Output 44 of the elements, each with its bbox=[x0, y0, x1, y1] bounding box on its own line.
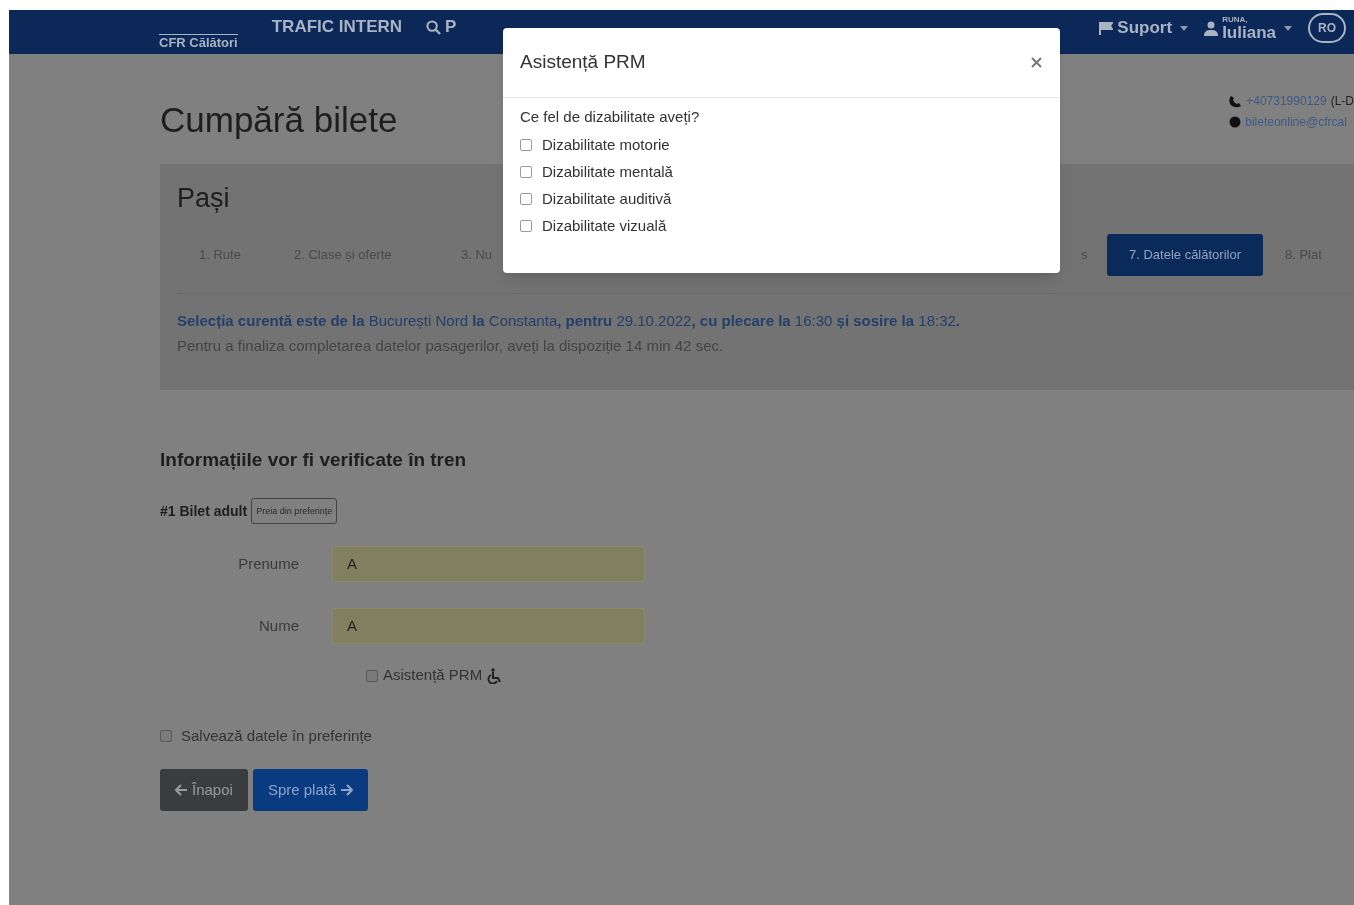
steps-title: Pași bbox=[177, 181, 230, 215]
selection-summary: Selecția curentă este de la București Nord la Constanta, pentru 29.10.2022, cu plecare la 16:30 și sosire la 18:32. bbox=[177, 310, 962, 331]
option-label: Dizabilitate mentală bbox=[542, 161, 673, 182]
back-button[interactable]: Înapoi bbox=[160, 769, 248, 812]
wheelchair-icon bbox=[487, 667, 503, 684]
option-label: Dizabilitate motorie bbox=[542, 134, 670, 155]
search-icon bbox=[426, 19, 442, 35]
section-heading: Informațiile vor fi verificate în tren bbox=[160, 447, 468, 472]
close-button[interactable] bbox=[1029, 55, 1043, 70]
checkbox[interactable] bbox=[366, 669, 378, 682]
checkbox[interactable] bbox=[520, 166, 532, 178]
input-field[interactable]: A bbox=[332, 608, 645, 645]
prefs-button[interactable]: Preia din preferințe bbox=[251, 498, 338, 525]
phone-hours: (L-D bbox=[1330, 93, 1354, 110]
caret-icon bbox=[1180, 25, 1189, 31]
arrow-right-icon bbox=[340, 784, 354, 797]
field-label: Prenume bbox=[237, 554, 300, 574]
ticket-label: #1 Bilet adult bbox=[160, 501, 248, 521]
checkbox-label: Salvează datele în preferințe bbox=[181, 725, 372, 746]
checkbox[interactable] bbox=[520, 220, 532, 232]
field-label: Nume bbox=[258, 616, 300, 636]
checkbox[interactable] bbox=[520, 139, 532, 151]
checkbox[interactable] bbox=[160, 730, 172, 742]
user-menu[interactable]: RUNA, Iuliana bbox=[1204, 15, 1292, 41]
logo[interactable]: CFR Călători bbox=[159, 33, 238, 49]
checkbox-label: Asistență PRM bbox=[383, 665, 483, 686]
phone-icon bbox=[1229, 94, 1243, 108]
checkbox[interactable] bbox=[520, 193, 532, 205]
caret-icon bbox=[1284, 25, 1292, 31]
support-menu[interactable]: Suport bbox=[1099, 15, 1189, 41]
option-label: Dizabilitate vizuală bbox=[542, 215, 667, 236]
flag-icon bbox=[1099, 21, 1114, 35]
option-label: Dizabilitate auditivă bbox=[542, 188, 672, 209]
page-title: Cumpără bilete bbox=[160, 99, 398, 141]
modal-question: Ce fel de dizabilitate aveți? bbox=[520, 107, 701, 127]
input-field[interactable]: A bbox=[332, 546, 645, 583]
modal-title: Asistență PRM bbox=[520, 50, 646, 75]
nav-link[interactable]: P bbox=[426, 14, 457, 40]
step-tab[interactable]: 7. Datele călătorilor bbox=[1107, 233, 1263, 276]
nav-link[interactable]: TRAFIC INTERN bbox=[271, 14, 403, 40]
language-button[interactable]: RO bbox=[1308, 13, 1346, 43]
arrow-left-icon bbox=[175, 784, 188, 797]
next-button[interactable]: Spre plată bbox=[252, 769, 369, 812]
user-icon bbox=[1204, 20, 1219, 36]
